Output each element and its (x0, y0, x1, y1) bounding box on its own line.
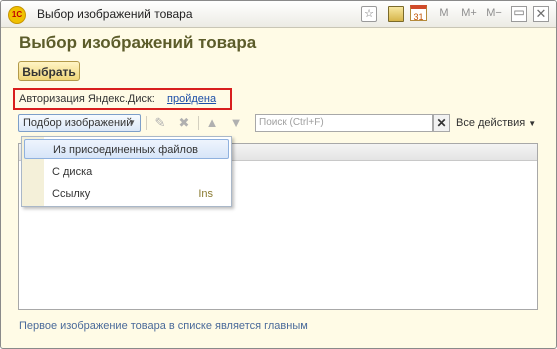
image-picker-dropdown-button[interactable]: Подбор изображений ▼ (18, 114, 141, 132)
menu-item-label: Ссылку (52, 188, 91, 200)
chevron-down-icon: ▼ (528, 119, 537, 128)
minimize-button[interactable]: ▭ (511, 6, 527, 22)
menu-item-from-attached-files[interactable]: Из присоединенных файлов (24, 139, 229, 159)
image-picker-label: Подбор изображений (23, 117, 133, 129)
search-placeholder: Поиск (Ctrl+F) (259, 117, 324, 128)
all-actions-menu[interactable]: Все действия ▼ (456, 117, 536, 129)
toolbar-separator (146, 116, 147, 130)
move-up-icon[interactable]: ▲ (204, 115, 220, 131)
search-clear-icon[interactable]: ✕ (433, 114, 450, 132)
dialog-window: 1С Выбор изображений товара ☆ 31 M M+ M−… (0, 0, 557, 349)
auth-status-link[interactable]: пройдена (167, 93, 216, 105)
dropdown-arrow-icon: ▼ (128, 118, 136, 127)
menu-item-from-disk[interactable]: С диска (24, 162, 229, 182)
calendar-icon[interactable]: 31 (410, 5, 427, 22)
image-source-menu: Из присоединенных файлов С диска Ссылку … (21, 136, 232, 207)
all-actions-label: Все действия (456, 117, 526, 129)
menu-item-shortcut: Ins (198, 188, 213, 200)
menu-item-label: С диска (52, 166, 93, 178)
menu-item-label: Из присоединенных файлов (53, 144, 199, 156)
form-heading: Выбор изображений товара (19, 33, 257, 52)
close-button[interactable]: ✕ (533, 6, 549, 22)
memory-plus-button[interactable]: M+ (458, 5, 480, 22)
calculator-icon[interactable] (388, 6, 404, 22)
footer-note: Первое изображение товара в списке являе… (19, 320, 308, 332)
select-button[interactable]: Выбрать (18, 61, 80, 81)
delete-icon[interactable]: ✖ (176, 115, 192, 131)
memory-minus-button[interactable]: M− (483, 5, 505, 22)
favorite-icon[interactable]: ☆ (361, 6, 377, 22)
move-down-icon[interactable]: ▼ (228, 115, 244, 131)
memory-button[interactable]: M (437, 5, 451, 22)
1c-logo-icon: 1С (8, 6, 26, 24)
auth-label: Авторизация Яндекс.Диск: (19, 93, 155, 105)
window-title: Выбор изображений товара (37, 7, 193, 21)
menu-item-link[interactable]: Ссылку Ins (24, 184, 229, 204)
toolbar-separator (198, 116, 199, 130)
edit-pencil-icon[interactable]: ✎ (152, 115, 168, 131)
title-bar: 1С Выбор изображений товара ☆ 31 M M+ M−… (1, 1, 556, 28)
